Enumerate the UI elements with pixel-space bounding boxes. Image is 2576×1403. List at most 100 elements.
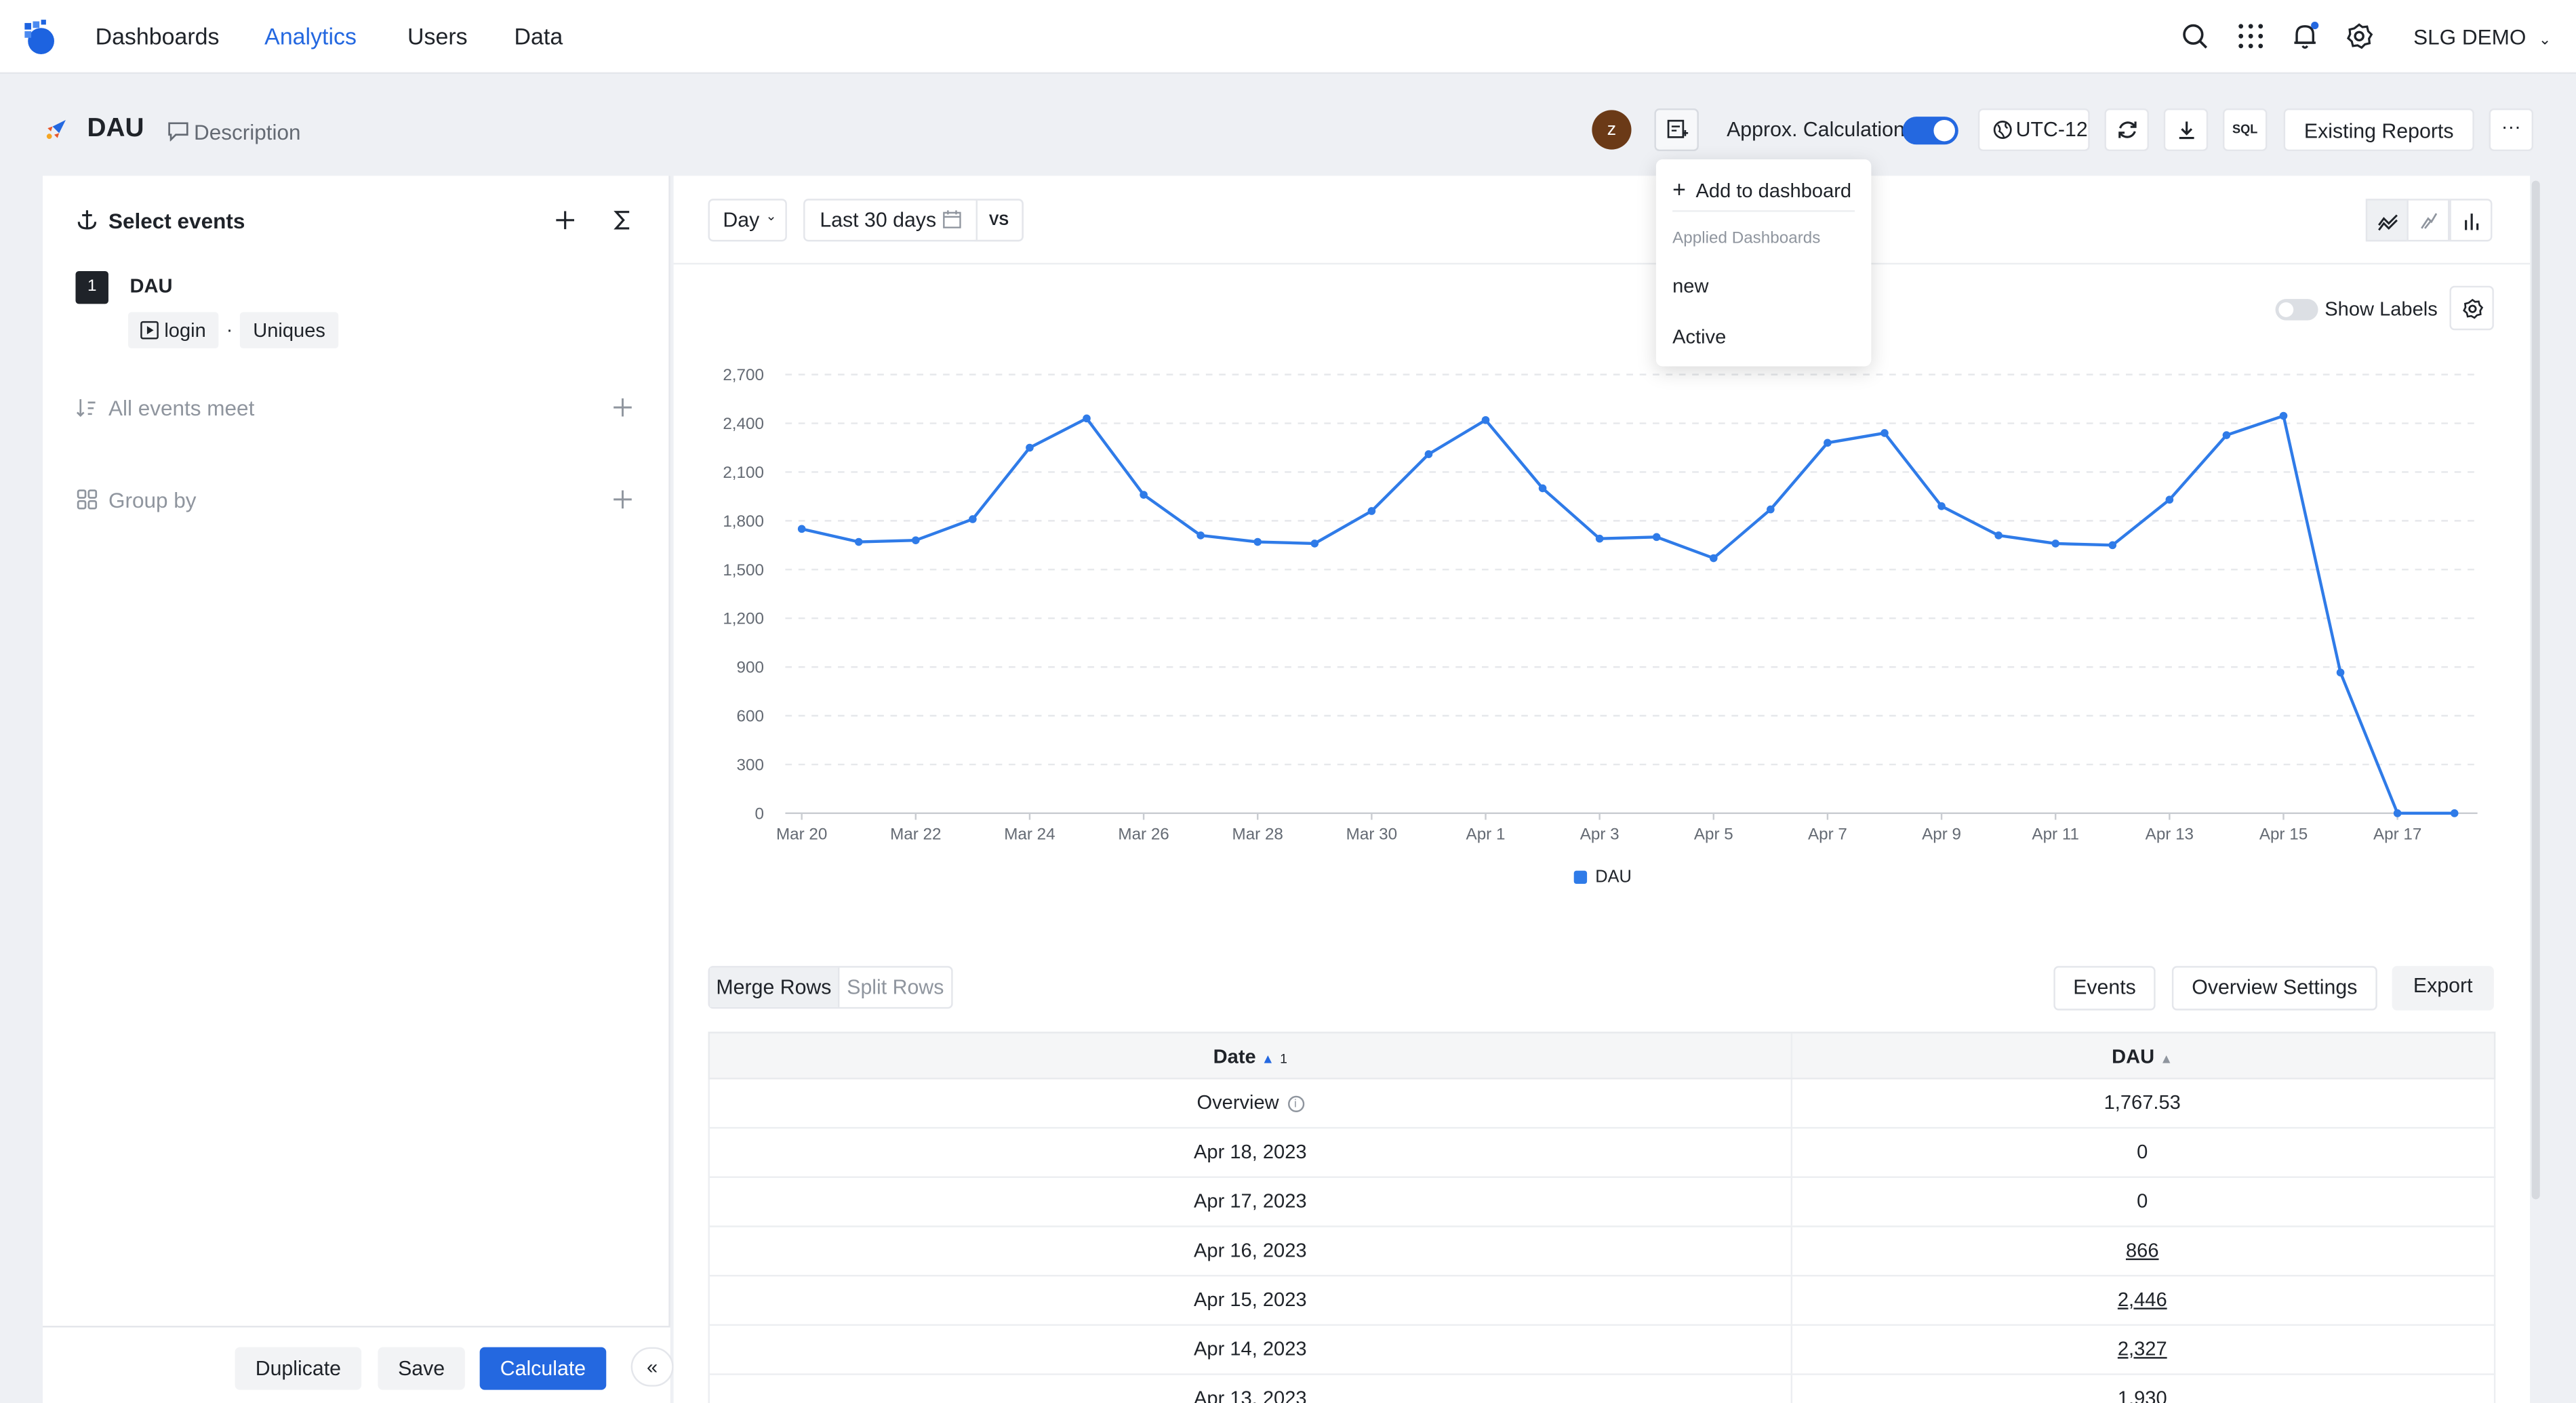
group-by-heading[interactable]: Group by xyxy=(108,488,197,512)
date-header-label: Date xyxy=(1213,1044,1256,1068)
comment-icon[interactable] xyxy=(167,121,189,142)
chart-settings-button[interactable] xyxy=(2449,285,2494,331)
notification-bell-icon[interactable] xyxy=(2290,21,2320,52)
data-point xyxy=(797,525,806,533)
download-button[interactable] xyxy=(2163,108,2209,151)
table-row: Apr 18, 2023 0 xyxy=(708,1128,2496,1178)
nav-item-users[interactable]: Users xyxy=(407,23,468,49)
line-chart-icon xyxy=(2378,214,2398,231)
group-by-icon xyxy=(77,489,98,510)
event-chip-login[interactable]: login xyxy=(128,312,220,348)
show-labels-toggle[interactable] xyxy=(2275,299,2318,321)
dau-column-header[interactable]: DAU ▲ xyxy=(1791,1034,2494,1081)
add-filter-icon[interactable] xyxy=(611,396,635,419)
bar-chart-toggle[interactable] xyxy=(2449,199,2493,242)
dashboard-item-new[interactable]: new xyxy=(1672,274,1708,298)
x-tick-label: Mar 20 xyxy=(776,826,827,844)
sql-label: SQL xyxy=(2232,121,2258,137)
refresh-button[interactable] xyxy=(2104,108,2149,151)
data-point xyxy=(1652,533,1661,542)
left-query-panel: Select events 1 DAU login . Uniques All … xyxy=(43,176,670,1403)
add-to-dashboard-item[interactable]: + Add to dashboard xyxy=(1672,176,1851,202)
existing-reports-button[interactable]: Existing Reports xyxy=(2283,108,2474,151)
calculate-button[interactable]: Calculate xyxy=(479,1347,607,1390)
x-tick-label: Apr 3 xyxy=(1580,826,1619,844)
nav-item-data[interactable]: Data xyxy=(515,23,563,49)
settings-gear-icon[interactable] xyxy=(2344,22,2374,52)
dau-cell[interactable]: 866 xyxy=(1791,1227,2494,1275)
granularity-select[interactable]: Day ⌄ xyxy=(708,199,787,242)
data-point xyxy=(969,515,977,523)
sort-index: 1 xyxy=(1280,1051,1287,1067)
timezone-button[interactable]: UTC-12 xyxy=(1977,108,2090,151)
top-nav: Dashboards Analytics Users Data SLG DEMO ⌄ xyxy=(0,0,2576,75)
data-point xyxy=(1140,491,1148,499)
download-icon xyxy=(2179,121,2194,140)
filter-sort-icon xyxy=(76,399,96,418)
dau-cell[interactable]: 2,446 xyxy=(1791,1276,2494,1324)
events-button[interactable]: Events xyxy=(2053,966,2156,1011)
more-icon: ··· xyxy=(2501,115,2521,138)
date-cell: Overview i xyxy=(710,1080,1791,1127)
settings-gear-icon xyxy=(2463,298,2484,319)
toolbar-divider xyxy=(673,262,2531,265)
merge-rows-tab[interactable]: Merge Rows xyxy=(709,967,840,1007)
metric-chip-uniques[interactable]: Uniques xyxy=(239,312,339,348)
duplicate-button[interactable]: Duplicate xyxy=(235,1347,362,1390)
date-cell-text: Apr 13, 2023 xyxy=(1194,1386,1307,1403)
show-labels-label: Show Labels xyxy=(2325,297,2438,321)
page-scrollbar-thumb[interactable] xyxy=(2531,180,2540,1200)
account-switcher[interactable]: SLG DEMO ⌄ xyxy=(2413,24,2551,49)
overview-settings-button[interactable]: Overview Settings xyxy=(2171,966,2377,1011)
nav-item-analytics[interactable]: Analytics xyxy=(264,23,357,49)
export-button[interactable]: Export xyxy=(2392,966,2494,1011)
user-avatar[interactable]: z xyxy=(1592,110,1632,150)
add-to-dashboard-button[interactable] xyxy=(1654,108,1699,151)
save-button[interactable]: Save xyxy=(378,1347,465,1390)
formula-sigma-icon[interactable] xyxy=(611,209,635,232)
date-cell: Apr 17, 2023 xyxy=(710,1178,1791,1225)
sort-icon: ▲ xyxy=(2160,1051,2173,1067)
left-panel-footer: Duplicate Save Calculate xyxy=(43,1326,670,1403)
x-tick-label: Mar 26 xyxy=(1118,826,1169,844)
line-chart-toggle[interactable] xyxy=(2365,199,2409,242)
all-events-meet-heading[interactable]: All events meet xyxy=(108,396,254,420)
add-event-icon[interactable] xyxy=(554,209,577,232)
date-column-header[interactable]: Date ▲ 1 xyxy=(710,1034,1791,1081)
events-anchor-icon xyxy=(77,210,97,230)
data-point xyxy=(1767,505,1775,514)
approx-calculation-toggle[interactable] xyxy=(1902,117,1958,145)
event-alias[interactable]: DAU xyxy=(129,274,172,298)
vs-label: VS xyxy=(988,211,1009,228)
sql-button[interactable]: SQL xyxy=(2222,108,2268,151)
compare-vs-button[interactable]: VS xyxy=(974,199,1024,242)
search-icon[interactable] xyxy=(2180,22,2210,52)
brand-logo-icon[interactable] xyxy=(20,18,59,58)
data-point xyxy=(854,537,863,546)
nav-item-dashboards[interactable]: Dashboards xyxy=(96,23,220,49)
y-tick-label: 1,800 xyxy=(723,512,764,531)
collapse-panel-button[interactable]: « xyxy=(630,1347,674,1387)
apps-grid-icon[interactable] xyxy=(2236,22,2266,52)
more-button[interactable]: ··· xyxy=(2489,108,2534,151)
rocket-icon xyxy=(46,119,66,140)
dau-cell[interactable]: 2,327 xyxy=(1791,1326,2494,1373)
y-tick-label: 2,100 xyxy=(723,464,764,482)
sort-icon: ▲ xyxy=(1261,1051,1274,1067)
area-chart-toggle[interactable] xyxy=(2407,199,2450,242)
date-cell-text: Apr 15, 2023 xyxy=(1194,1288,1307,1312)
data-point xyxy=(2450,809,2459,817)
table-row: Apr 16, 2023 866 xyxy=(708,1227,2496,1277)
table-header: Date ▲ 1 DAU ▲ xyxy=(708,1032,2496,1081)
data-point xyxy=(2165,495,2174,504)
data-point xyxy=(911,536,920,544)
data-point xyxy=(1824,439,1832,447)
dashboard-item-active[interactable]: Active xyxy=(1672,325,1726,348)
bar-chart-icon xyxy=(2465,214,2479,230)
info-icon[interactable]: i xyxy=(1287,1095,1304,1112)
add-group-icon[interactable] xyxy=(611,488,635,511)
date-cell: Apr 13, 2023 xyxy=(710,1375,1791,1403)
split-rows-tab[interactable]: Split Rows xyxy=(839,968,951,1007)
date-cell-text: Overview xyxy=(1196,1091,1279,1114)
description-link[interactable]: Description xyxy=(194,120,301,144)
